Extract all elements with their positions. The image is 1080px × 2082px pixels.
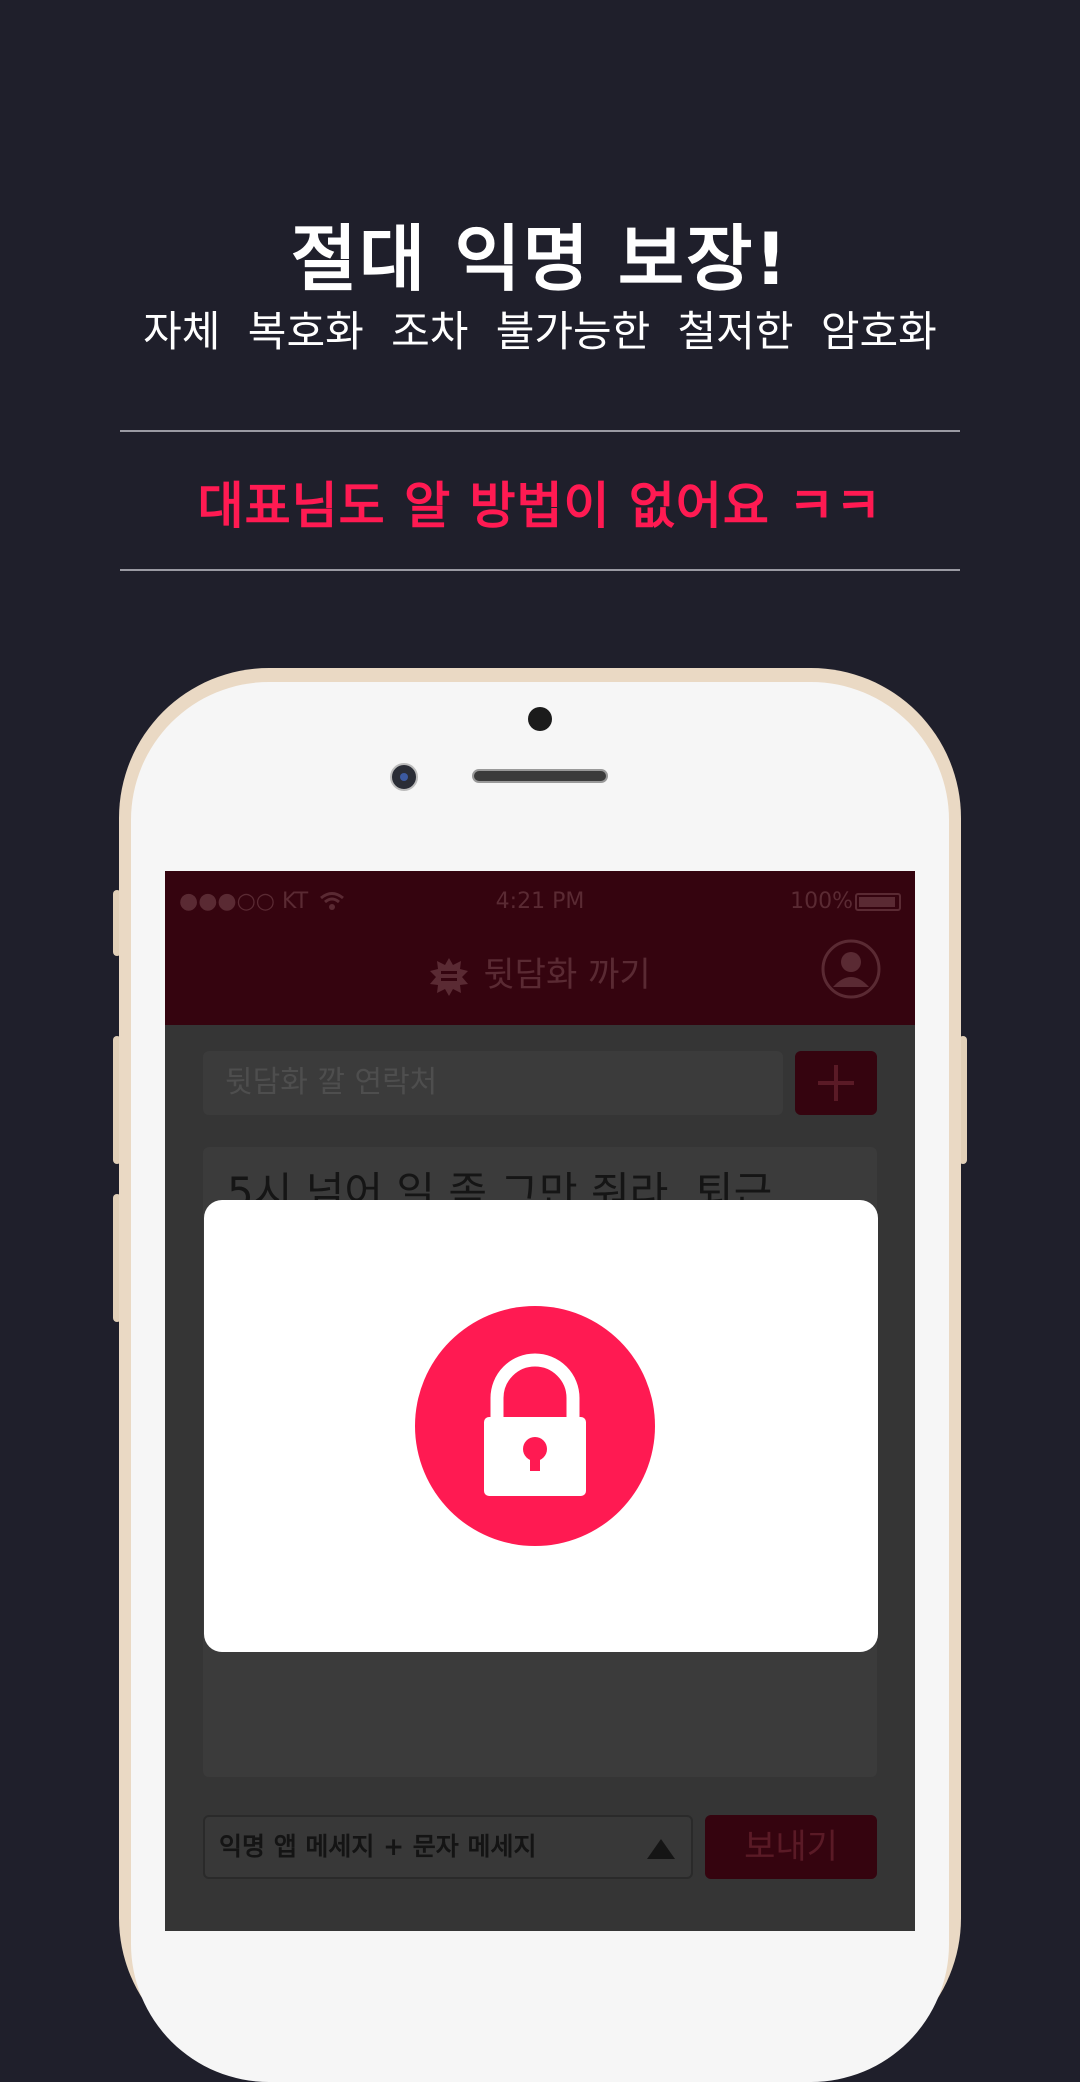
promo-headline: 절대 익명 보장! — [290, 217, 790, 301]
divider-bottom — [120, 569, 960, 571]
add-contact-button[interactable] — [795, 1051, 877, 1115]
app-bar: ●●●○○ KT 4:21 PM 100% 뒷담화 까기 — [165, 871, 915, 1025]
send-mode-select[interactable]: 익명 앱 메세지 + 문자 메세지 — [203, 1815, 693, 1879]
speech-burst-logo-icon — [430, 957, 469, 996]
profile-icon[interactable] — [821, 939, 881, 999]
promo-highlight: 대표님도 알 방법이 없어요 ㅋㅋ — [197, 477, 883, 535]
send-mode-value: 익명 앱 메세지 + 문자 메세지 — [219, 1832, 537, 1861]
lock-modal — [204, 1200, 878, 1652]
earpiece-speaker — [472, 769, 608, 783]
triangle-up-icon — [647, 1839, 675, 1859]
battery-icon — [855, 893, 901, 911]
promo-subheadline: 자체 복호화 조차 불가능한 철저한 암호화 — [143, 307, 937, 356]
divider-top — [120, 430, 960, 432]
plus-icon — [818, 1065, 854, 1101]
proximity-sensor — [528, 707, 552, 731]
send-button[interactable]: 보내기 — [705, 1815, 877, 1879]
contact-input[interactable]: 뒷담화 깔 연락처 — [203, 1051, 783, 1115]
app-title: 뒷담화 까기 — [165, 947, 915, 997]
front-camera — [390, 763, 418, 791]
unlocked-padlock-icon — [484, 1353, 586, 1496]
status-battery-text: 100% — [790, 889, 853, 914]
app-title-text: 뒷담화 까기 — [483, 955, 651, 995]
lock-badge — [415, 1306, 655, 1546]
